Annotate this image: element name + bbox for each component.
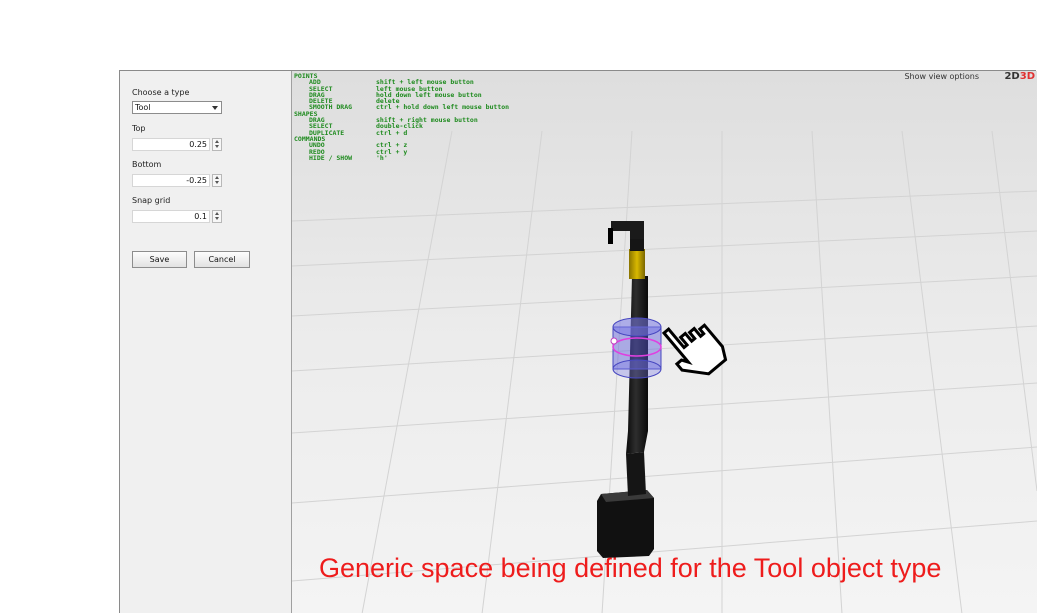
- mode-2d-button[interactable]: 2D: [1004, 71, 1019, 82]
- snap-grid-label: Snap grid: [132, 196, 171, 205]
- selection-volume[interactable]: [610, 317, 662, 379]
- view-mode-toggle: 2D3D: [1004, 71, 1035, 82]
- top-spin-buttons: [212, 138, 222, 151]
- help-value: ctrl + d: [376, 128, 408, 137]
- snap-grid-spin-buttons: [212, 210, 222, 223]
- chevron-down-icon: [212, 106, 218, 110]
- mode-3d-button[interactable]: 3D: [1020, 71, 1035, 82]
- snap-grid-stepper: 0.1: [132, 210, 223, 223]
- help-value: ctrl + hold down left mouse button: [376, 103, 510, 112]
- 3d-viewport[interactable]: POINTS ADD shift + left mouse button SELE…: [292, 71, 1037, 613]
- save-button[interactable]: Save: [132, 251, 187, 268]
- decrement-arrow-icon[interactable]: [213, 180, 221, 185]
- decrement-arrow-icon[interactable]: [213, 144, 221, 149]
- slide-caption: Generic space being defined for the Tool…: [319, 553, 942, 583]
- show-view-options-link[interactable]: Show view options: [904, 72, 979, 81]
- properties-sidebar: Choose a type Tool Top 0.25 Bottom -0.25…: [120, 71, 292, 613]
- top-stepper: 0.25: [132, 138, 223, 151]
- app-window: Choose a type Tool Top 0.25 Bottom -0.25…: [119, 70, 1037, 613]
- top-input[interactable]: 0.25: [132, 138, 210, 151]
- bottom-input[interactable]: -0.25: [132, 174, 210, 187]
- decrement-arrow-icon[interactable]: [213, 216, 221, 221]
- type-select-value: Tool: [135, 103, 151, 112]
- bottom-spin-buttons: [212, 174, 222, 187]
- top-label: Top: [132, 124, 146, 133]
- help-key: HIDE / SHOW: [309, 153, 353, 162]
- cancel-button[interactable]: Cancel: [194, 251, 250, 268]
- type-label: Choose a type: [132, 88, 190, 97]
- bottom-stepper: -0.25: [132, 174, 223, 187]
- bottom-label: Bottom: [132, 160, 162, 169]
- type-select[interactable]: Tool: [132, 101, 222, 114]
- help-value: 'h': [376, 153, 388, 162]
- snap-grid-input[interactable]: 0.1: [132, 210, 210, 223]
